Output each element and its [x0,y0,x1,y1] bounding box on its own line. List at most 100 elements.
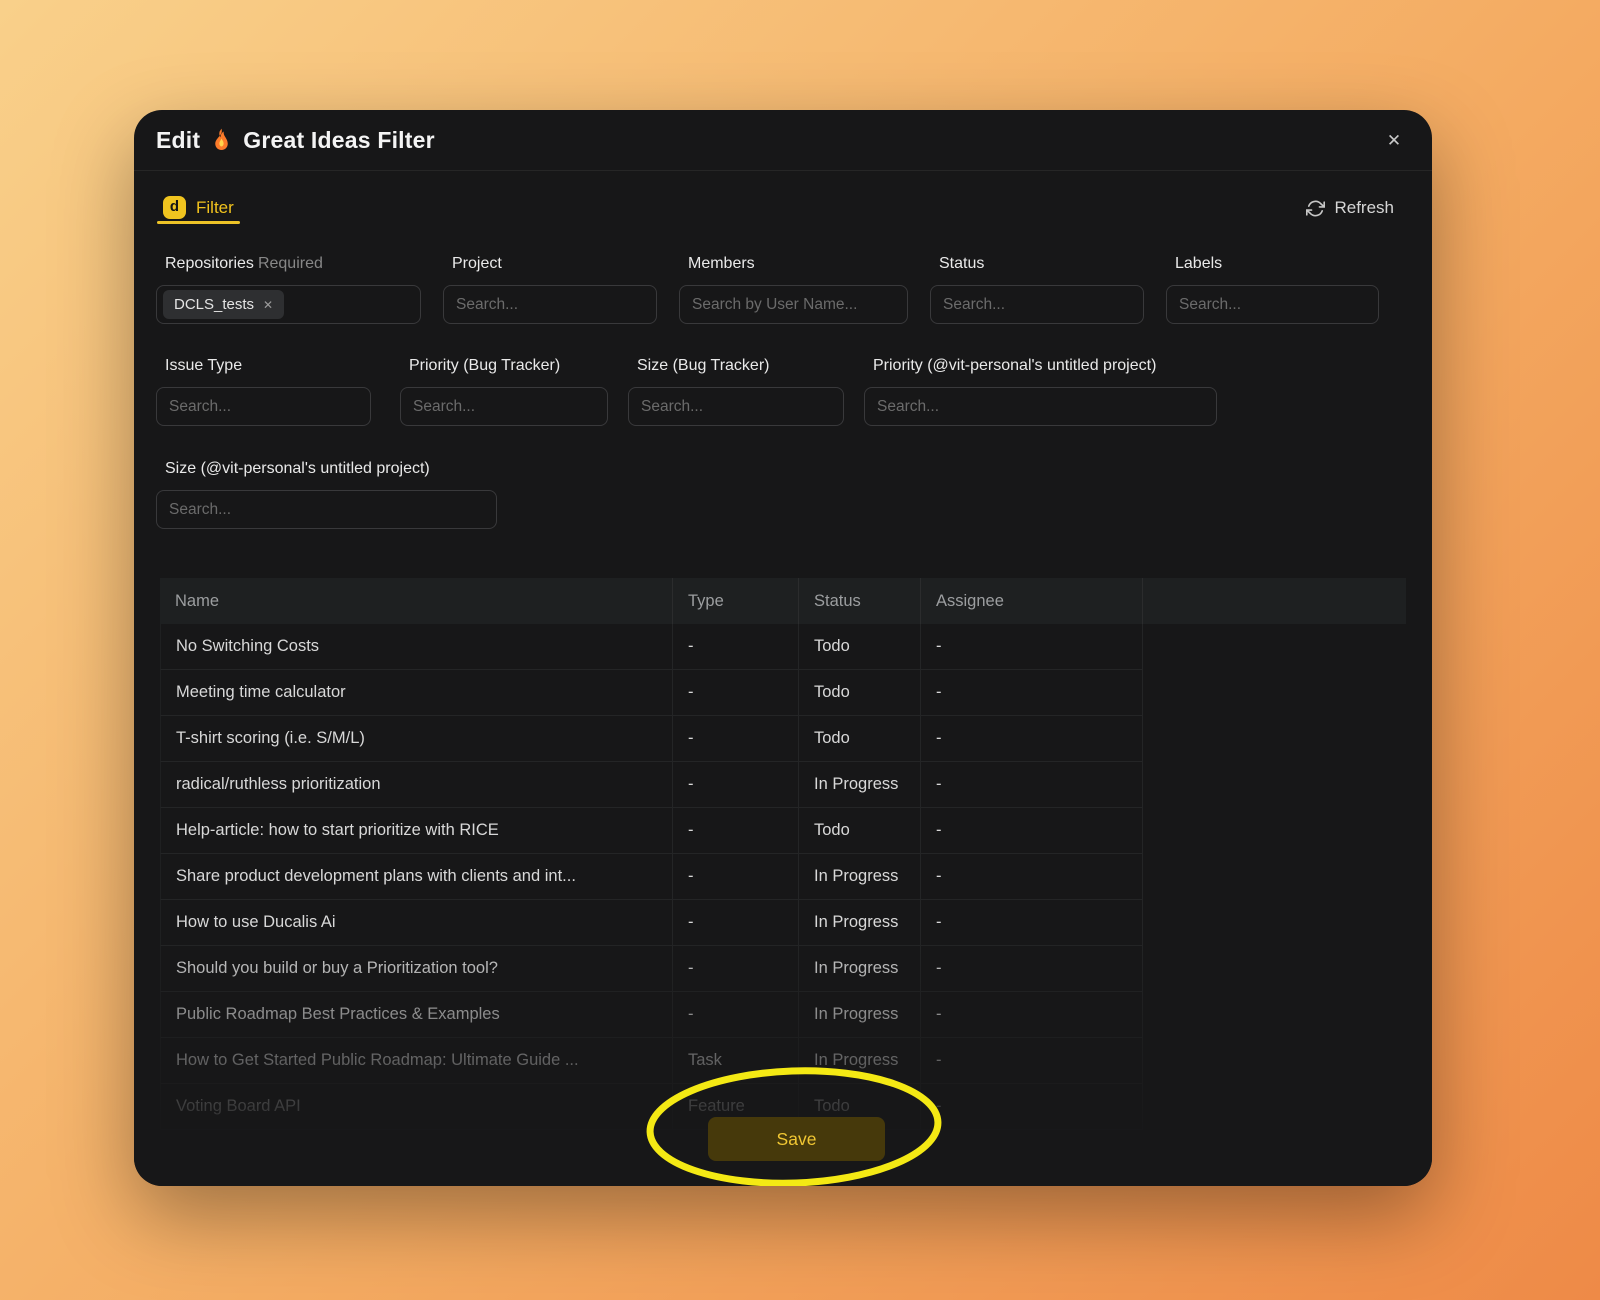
cell-name: How to Get Started Public Roadmap: Ultim… [160,1038,673,1084]
table-row[interactable]: Public Roadmap Best Practices & Examples… [160,992,1406,1038]
table-row[interactable]: How to use Ducalis Ai - In Progress - [160,900,1406,946]
cell-spacer [1143,670,1406,716]
cell-name: T-shirt scoring (i.e. S/M/L) [160,716,673,762]
refresh-button[interactable]: Refresh [1306,195,1394,221]
labels-label: Labels [1175,255,1379,273]
results-table: Name Type Status Assignee No Switching C… [160,578,1406,1130]
priority-bugtracker-label: Priority (Bug Tracker) [409,357,608,375]
table-row[interactable]: How to Get Started Public Roadmap: Ultim… [160,1038,1406,1084]
cell-type: - [673,854,799,900]
repositories-input[interactable]: DCLS_tests ✕ [156,285,421,324]
cell-status: In Progress [799,900,921,946]
cell-type: - [673,900,799,946]
priority-project-search-input[interactable] [864,387,1217,426]
column-header-name: Name [160,578,673,624]
save-button[interactable]: Save [708,1117,885,1161]
labels-filter: Labels [1166,255,1379,324]
cell-name: How to use Ducalis Ai [160,900,673,946]
cell-assignee: - [921,900,1143,946]
size-project-search-input[interactable] [156,490,497,529]
table-row[interactable]: No Switching Costs - Todo - [160,624,1406,670]
table-row[interactable]: Help-article: how to start prioritize wi… [160,808,1406,854]
modal-title-prefix: Edit [156,127,200,154]
cell-name: Share product development plans with cli… [160,854,673,900]
priority-bugtracker-search-input[interactable] [400,387,608,426]
cell-assignee: - [921,762,1143,808]
cell-status: Todo [799,716,921,762]
cell-name: Help-article: how to start prioritize wi… [160,808,673,854]
issue-type-search-input[interactable] [156,387,371,426]
cell-spacer [1143,624,1406,670]
modal-title-suffix: Great Ideas Filter [243,127,435,154]
edit-filter-modal: Edit Great Ideas Filter ✕ d Filter Refre… [134,110,1432,1186]
cell-assignee: - [921,992,1143,1038]
fire-icon [209,127,234,152]
cell-assignee: - [921,946,1143,992]
members-label: Members [688,255,908,273]
cell-status: In Progress [799,854,921,900]
cell-spacer [1143,854,1406,900]
project-search-input[interactable] [443,285,657,324]
repositories-label: RepositoriesRequired [165,255,421,273]
repository-chip-label: DCLS_tests [174,296,254,313]
column-header-type: Type [673,578,799,624]
tab-active-underline [157,221,240,224]
column-header-status: Status [799,578,921,624]
cell-assignee: - [921,716,1143,762]
cell-type: - [673,992,799,1038]
table-row[interactable]: Meeting time calculator - Todo - [160,670,1406,716]
table-row[interactable]: Should you build or buy a Prioritization… [160,946,1406,992]
table-row[interactable]: T-shirt scoring (i.e. S/M/L) - Todo - [160,716,1406,762]
modal-header: Edit Great Ideas Filter ✕ [134,110,1432,171]
repositories-filter: RepositoriesRequired DCLS_tests ✕ [156,255,421,324]
repository-chip[interactable]: DCLS_tests ✕ [163,290,284,319]
members-search-input[interactable] [679,285,908,324]
cell-type: - [673,946,799,992]
required-hint: Required [258,255,323,272]
cell-status: In Progress [799,946,921,992]
cell-spacer [1143,1084,1406,1130]
cell-name: radical/ruthless prioritization [160,762,673,808]
cell-name: Voting Board API [160,1084,673,1130]
cell-spacer [1143,900,1406,946]
labels-search-input[interactable] [1166,285,1379,324]
table-header-row: Name Type Status Assignee [160,578,1406,624]
cell-type: - [673,716,799,762]
cell-name: No Switching Costs [160,624,673,670]
cell-spacer [1143,762,1406,808]
project-label: Project [452,255,657,273]
remove-chip-icon[interactable]: ✕ [263,298,273,312]
ducalis-logo-icon: d [163,196,186,219]
priority-project-filter: Priority (@vit-personal's untitled proje… [864,357,1217,426]
table-row[interactable]: radical/ruthless prioritization - In Pro… [160,762,1406,808]
cell-status: In Progress [799,762,921,808]
refresh-icon [1306,199,1325,218]
table-body: No Switching Costs - Todo - Meeting time… [160,624,1406,1130]
cell-assignee: - [921,670,1143,716]
cell-status: Todo [799,670,921,716]
cell-name: Meeting time calculator [160,670,673,716]
desktop-background: Edit Great Ideas Filter ✕ d Filter Refre… [0,0,1600,1300]
cell-assignee: - [921,1038,1143,1084]
cell-type: - [673,808,799,854]
cell-assignee: - [921,1084,1143,1130]
size-bugtracker-search-input[interactable] [628,387,844,426]
size-bugtracker-filter: Size (Bug Tracker) [628,357,844,426]
cell-spacer [1143,992,1406,1038]
size-project-label: Size (@vit-personal's untitled project) [165,460,497,478]
cell-type: Task [673,1038,799,1084]
cell-assignee: - [921,854,1143,900]
priority-project-label: Priority (@vit-personal's untitled proje… [873,357,1217,375]
cell-spacer [1143,808,1406,854]
issue-type-filter: Issue Type [156,357,371,426]
members-filter: Members [679,255,908,324]
cell-spacer [1143,716,1406,762]
status-filter: Status [930,255,1144,324]
table-header-spacer [1143,578,1406,624]
table-row[interactable]: Share product development plans with cli… [160,854,1406,900]
cell-status: Todo [799,808,921,854]
size-bugtracker-label: Size (Bug Tracker) [637,357,844,375]
tab-filter[interactable]: d Filter [163,194,234,221]
close-icon[interactable]: ✕ [1384,131,1404,151]
status-search-input[interactable] [930,285,1144,324]
